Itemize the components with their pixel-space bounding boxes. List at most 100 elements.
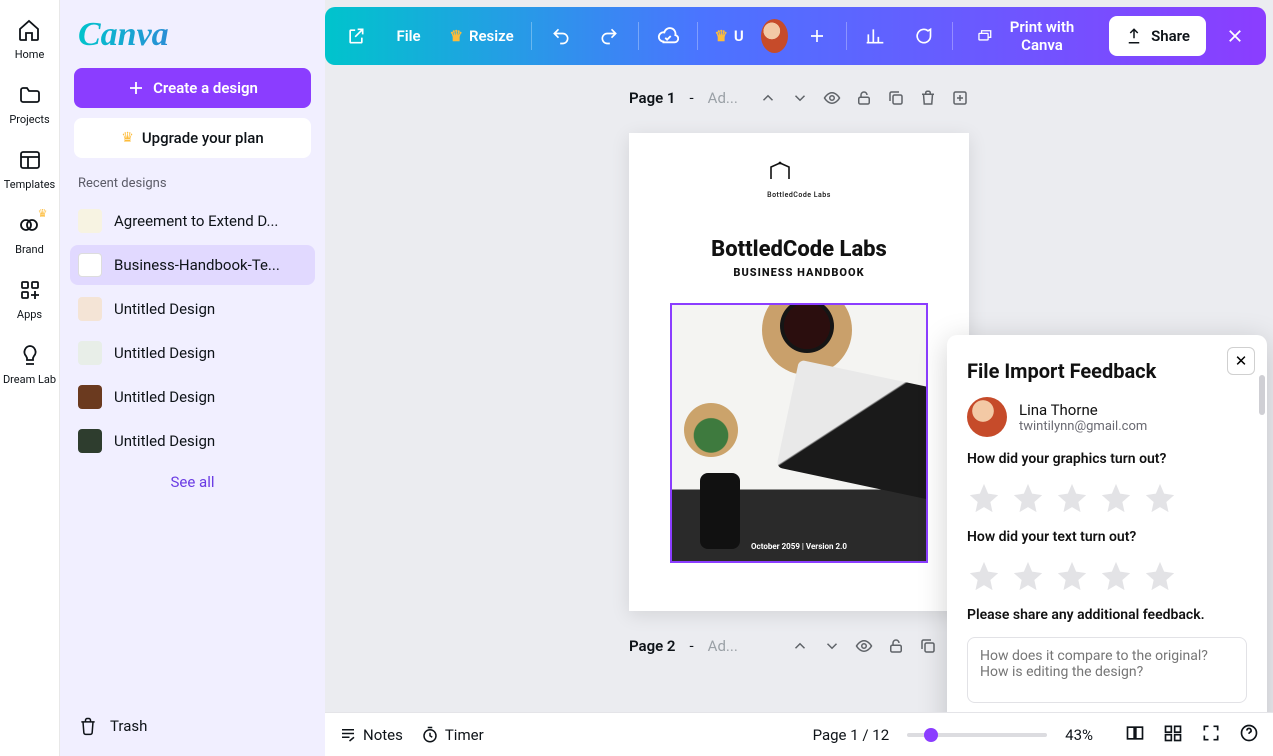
scrollbar[interactable] xyxy=(1259,375,1265,415)
design-item[interactable]: Business-Handbook-Te... xyxy=(70,245,315,285)
lock-icon[interactable] xyxy=(855,89,873,107)
grid-view-button[interactable] xyxy=(1125,723,1145,747)
doc-title: BottledCode Labs xyxy=(711,237,887,262)
open-external-button[interactable] xyxy=(337,17,375,55)
add-page-title[interactable]: Ad... xyxy=(708,89,738,107)
add-member-button[interactable] xyxy=(798,17,836,55)
star-5[interactable] xyxy=(1143,481,1177,515)
bottom-bar: Notes Timer Page 1 / 12 43% xyxy=(325,712,1273,756)
delete-page-icon[interactable] xyxy=(919,89,937,107)
rail-brand-label: Brand xyxy=(15,243,44,256)
fullscreen-button[interactable] xyxy=(1201,723,1221,747)
rail-templates[interactable]: Templates xyxy=(4,148,55,191)
visibility-icon[interactable] xyxy=(823,89,841,107)
timer-button[interactable]: Timer xyxy=(421,726,484,744)
page-1-canvas[interactable]: BottledCode Labs BottledCode Labs BUSINE… xyxy=(629,133,969,611)
upgrade-plan-button[interactable]: ♛ Upgrade your plan xyxy=(74,118,311,158)
design-item[interactable]: Untitled Design xyxy=(70,333,315,373)
star-4[interactable] xyxy=(1099,481,1133,515)
help-button[interactable] xyxy=(1239,723,1259,747)
feedback-user-email: twintilynn@gmail.com xyxy=(1019,419,1147,434)
add-page-title[interactable]: Ad... xyxy=(708,637,738,655)
chevron-up-icon[interactable] xyxy=(791,637,809,655)
print-button[interactable]: Print with Canva xyxy=(963,17,1099,55)
editor-topbar: File ♛Resize ♛U Print with Canva Share xyxy=(325,7,1266,65)
recent-designs-heading: Recent designs xyxy=(78,176,307,191)
notes-button[interactable]: Notes xyxy=(339,726,403,744)
divider xyxy=(638,22,639,50)
star-4[interactable] xyxy=(1099,559,1133,593)
duplicate-icon[interactable] xyxy=(919,637,937,655)
rating-text xyxy=(967,559,1247,593)
doc-subtitle: BUSINESS HANDBOOK xyxy=(733,266,864,279)
design-item[interactable]: Untitled Design xyxy=(70,377,315,417)
doc-hero-image[interactable]: October 2059 | Version 2.0 xyxy=(670,303,928,563)
canva-logo[interactable]: Canva xyxy=(78,16,307,54)
star-5[interactable] xyxy=(1143,559,1177,593)
visibility-icon[interactable] xyxy=(855,637,873,655)
see-all-link[interactable]: See all xyxy=(70,473,315,491)
doc-logo: BottledCode Labs xyxy=(767,161,831,199)
feedback-user: Lina Thorne twintilynn@gmail.com xyxy=(967,397,1247,437)
dream-icon xyxy=(18,343,42,367)
folder-icon xyxy=(18,83,42,107)
feedback-question-2: How did your text turn out? xyxy=(967,529,1247,545)
star-3[interactable] xyxy=(1055,559,1089,593)
brand-icon xyxy=(17,213,41,237)
rail-home[interactable]: Home xyxy=(15,18,45,61)
design-item[interactable]: Untitled Design xyxy=(70,421,315,461)
main-area: File ♛Resize ♛U Print with Canva Share P… xyxy=(325,0,1273,756)
file-menu-button[interactable]: File xyxy=(385,17,432,55)
star-1[interactable] xyxy=(967,481,1001,515)
divider xyxy=(531,22,532,50)
user-pro-button[interactable]: ♛U xyxy=(707,17,750,55)
plus-icon xyxy=(127,79,145,97)
create-design-button[interactable]: Create a design xyxy=(74,68,311,108)
analytics-button[interactable] xyxy=(856,17,894,55)
page-2-label: Page 2 xyxy=(629,637,676,655)
rating-graphics xyxy=(967,481,1247,515)
sidebar: Canva Create a design ♛ Upgrade your pla… xyxy=(60,0,325,756)
divider xyxy=(846,22,847,50)
page-indicator: Page 1 / 12 xyxy=(813,726,890,744)
rail-dreamlab[interactable]: Dream Lab xyxy=(3,343,56,386)
undo-button[interactable] xyxy=(542,17,580,55)
star-1[interactable] xyxy=(967,559,1001,593)
close-icon: ✕ xyxy=(1235,352,1248,370)
feedback-title: File Import Feedback xyxy=(967,359,1247,383)
rail-projects[interactable]: Projects xyxy=(9,83,49,126)
chevron-up-icon[interactable] xyxy=(759,89,777,107)
star-3[interactable] xyxy=(1055,481,1089,515)
resize-button[interactable]: ♛Resize xyxy=(442,17,521,55)
star-2[interactable] xyxy=(1011,559,1045,593)
page-2-header: Page 2 - Ad... xyxy=(629,637,969,655)
crown-icon: ♛ xyxy=(450,27,463,45)
canvas-area[interactable]: Page 1 - Ad... BottledCode Labs xyxy=(325,65,1273,712)
cloud-sync-button[interactable] xyxy=(649,17,687,55)
redo-button[interactable] xyxy=(590,17,628,55)
crown-icon: ♛ xyxy=(121,130,134,146)
close-feedback-button[interactable]: ✕ xyxy=(1227,347,1255,375)
close-editor-button[interactable] xyxy=(1216,17,1254,55)
design-item[interactable]: Untitled Design xyxy=(70,289,315,329)
rail-brand[interactable]: Brand xyxy=(15,213,44,256)
user-avatar[interactable] xyxy=(761,19,788,53)
rail-apps[interactable]: Apps xyxy=(17,278,42,321)
chevron-down-icon[interactable] xyxy=(791,89,809,107)
zoom-slider[interactable] xyxy=(907,733,1047,737)
feedback-textarea[interactable] xyxy=(967,637,1247,703)
rail-dreamlab-label: Dream Lab xyxy=(3,373,56,386)
comments-button[interactable] xyxy=(904,17,942,55)
add-page-icon[interactable] xyxy=(951,89,969,107)
chevron-down-icon[interactable] xyxy=(823,637,841,655)
thumbnail-view-button[interactable] xyxy=(1163,723,1183,747)
duplicate-icon[interactable] xyxy=(887,89,905,107)
create-design-label: Create a design xyxy=(153,79,258,97)
lock-icon[interactable] xyxy=(887,637,905,655)
zoom-level: 43% xyxy=(1065,726,1093,744)
trash-button[interactable]: Trash xyxy=(70,708,315,740)
design-item[interactable]: Agreement to Extend D... xyxy=(70,201,315,241)
star-2[interactable] xyxy=(1011,481,1045,515)
share-button[interactable]: Share xyxy=(1109,16,1206,56)
trash-icon xyxy=(78,716,98,736)
